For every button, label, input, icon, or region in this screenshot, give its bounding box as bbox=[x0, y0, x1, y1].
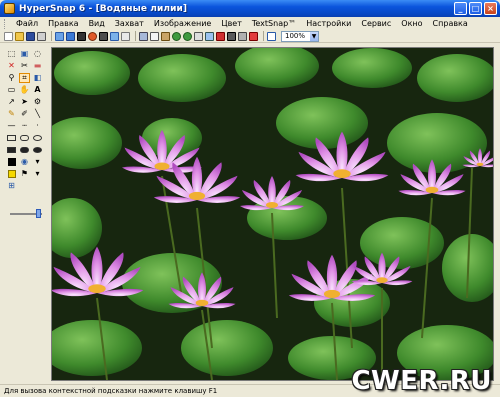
menu-image[interactable]: Изображение bbox=[149, 19, 217, 28]
capture-active-icon[interactable] bbox=[99, 31, 108, 41]
cut-tool-icon[interactable]: ✂ bbox=[19, 61, 30, 71]
menu-window[interactable]: Окно bbox=[396, 19, 427, 28]
canvas-size-icon[interactable]: ⊞ bbox=[6, 181, 17, 191]
toolbar-separator bbox=[51, 31, 52, 41]
capture-full-icon[interactable] bbox=[77, 31, 86, 41]
dot-style-icon[interactable]: · bbox=[32, 121, 43, 131]
color-pick-icon[interactable]: ◉ bbox=[19, 157, 30, 167]
menu-view[interactable]: Вид bbox=[84, 19, 110, 28]
hand-icon[interactable]: ✋ bbox=[19, 85, 30, 95]
capture-window-icon[interactable] bbox=[66, 31, 75, 41]
menu-color[interactable]: Цвет bbox=[216, 19, 247, 28]
pencil-icon[interactable]: ✎ bbox=[6, 109, 17, 119]
menu-edit[interactable]: Правка bbox=[43, 19, 83, 28]
slider-thumb[interactable] bbox=[36, 209, 41, 218]
status-hint: Для вызова контекстной подсказки нажмите… bbox=[4, 387, 218, 395]
window-controls: _ □ × bbox=[454, 2, 497, 15]
paste-icon[interactable] bbox=[161, 31, 170, 41]
highlight-icon[interactable] bbox=[6, 169, 17, 179]
print-icon[interactable] bbox=[37, 31, 46, 41]
title-bar[interactable]: HyperSnap 6 - [Водяные лилии] _ □ × bbox=[0, 0, 500, 17]
tool-panel: ⬚ ▣ ◌ ✕ ✂ ▬ ⚲ ⌗ ◧ ▭ ✋ A ↗ ➤ ⚙ ✎ ✐ ╲ — ┄ … bbox=[4, 47, 46, 381]
help-icon[interactable] bbox=[267, 31, 276, 41]
select-icon[interactable]: ⬚ bbox=[6, 49, 17, 59]
delete-icon[interactable]: ✕ bbox=[6, 61, 17, 71]
filled-ellipse-icon[interactable] bbox=[32, 145, 43, 155]
maximize-button[interactable]: □ bbox=[469, 2, 482, 15]
mirror-icon[interactable] bbox=[227, 31, 236, 41]
roundrect-shape-icon[interactable] bbox=[19, 133, 30, 143]
more-icon[interactable]: ▾ bbox=[32, 169, 43, 179]
image-canvas[interactable] bbox=[51, 47, 494, 381]
paint-icon[interactable]: ◧ bbox=[32, 73, 43, 83]
options-icon[interactable]: ▾ bbox=[32, 157, 43, 167]
copy-select-icon[interactable]: ▣ bbox=[19, 49, 30, 59]
chevron-down-icon[interactable]: ▼ bbox=[310, 31, 318, 41]
toolbar-separator bbox=[135, 31, 136, 41]
filled-roundrect-icon[interactable] bbox=[19, 145, 30, 155]
menu-bar: Файл Правка Вид Захват Изображение Цвет … bbox=[0, 17, 500, 30]
menu-capture[interactable]: Захват bbox=[110, 19, 149, 28]
capture-region-icon[interactable] bbox=[55, 31, 64, 41]
menu-textsnap[interactable]: TextSnap™ bbox=[247, 19, 301, 28]
rotate-icon[interactable] bbox=[216, 31, 225, 41]
undo-icon[interactable] bbox=[172, 31, 181, 41]
window-title: HyperSnap 6 - [Водяные лилии] bbox=[19, 3, 188, 14]
redo-icon[interactable] bbox=[183, 31, 192, 41]
repeat-capture-icon[interactable] bbox=[121, 31, 130, 41]
dash-style-icon[interactable]: ┄ bbox=[19, 121, 30, 131]
stamp-icon[interactable]: ⚑ bbox=[19, 169, 30, 179]
arrow-icon[interactable]: ↗ bbox=[6, 97, 17, 107]
close-button[interactable]: × bbox=[484, 2, 497, 15]
eraser-icon[interactable]: ▬ bbox=[32, 61, 43, 71]
water-lily-image bbox=[52, 48, 493, 380]
zoom-select[interactable]: 100% ▼ bbox=[281, 30, 319, 42]
dropper-icon[interactable]: ⚙ bbox=[32, 97, 43, 107]
save-icon[interactable] bbox=[26, 31, 35, 41]
crop-icon[interactable] bbox=[194, 31, 203, 41]
zoom-icon[interactable]: ⚲ bbox=[6, 73, 17, 83]
capture-scroll-icon[interactable] bbox=[110, 31, 119, 41]
ellipse-shape-icon[interactable] bbox=[32, 133, 43, 143]
copy-icon[interactable] bbox=[150, 31, 159, 41]
color-black-icon[interactable] bbox=[6, 157, 17, 167]
menu-settings[interactable]: Настройки bbox=[301, 19, 356, 28]
effects-icon[interactable] bbox=[249, 31, 258, 41]
pointer-icon[interactable]: ➤ bbox=[19, 97, 30, 107]
menu-help[interactable]: Справка bbox=[428, 19, 473, 28]
menu-file[interactable]: Файл bbox=[11, 19, 43, 28]
zoom-value: 100% bbox=[285, 31, 306, 40]
main-toolbar: 100% ▼ bbox=[0, 30, 500, 43]
watermark: CWER.RU bbox=[351, 366, 492, 396]
grayscale-icon[interactable] bbox=[238, 31, 247, 41]
filled-rect-icon[interactable] bbox=[6, 145, 17, 155]
text-icon[interactable]: A bbox=[32, 85, 43, 95]
resize-icon[interactable] bbox=[205, 31, 214, 41]
open-icon[interactable] bbox=[15, 31, 24, 41]
new-icon[interactable] bbox=[4, 31, 13, 41]
minimize-button[interactable]: _ bbox=[454, 2, 467, 15]
rect-shape-icon[interactable] bbox=[6, 133, 17, 143]
menu-service[interactable]: Сервис bbox=[356, 19, 396, 28]
app-icon bbox=[4, 3, 15, 14]
cut-icon[interactable] bbox=[139, 31, 148, 41]
toolbar-separator bbox=[263, 31, 264, 41]
crop-tool-icon[interactable]: ⌗ bbox=[19, 73, 30, 83]
line-icon[interactable]: ╲ bbox=[32, 109, 43, 119]
brush-icon[interactable]: ✐ bbox=[19, 109, 30, 119]
lasso-icon[interactable]: ◌ bbox=[32, 49, 43, 59]
rectangle-select-icon[interactable]: ▭ bbox=[6, 85, 17, 95]
menu-grip bbox=[4, 18, 7, 29]
capture-button-icon[interactable] bbox=[88, 31, 97, 41]
line-style-icon[interactable]: — bbox=[6, 121, 17, 131]
